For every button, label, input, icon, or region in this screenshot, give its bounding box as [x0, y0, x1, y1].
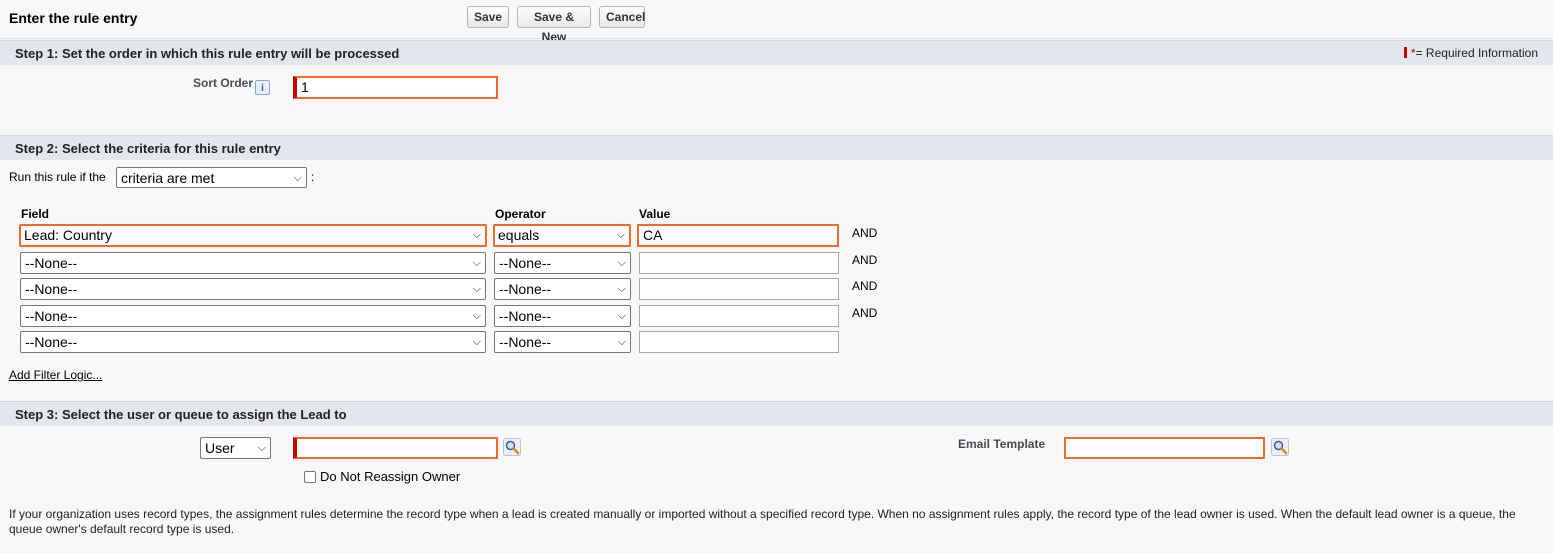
step1-title: Step 1: Set the order in which this rule… [15, 46, 400, 61]
run-rule-select[interactable]: criteria are met ⌵ [116, 167, 307, 188]
chevron-down-icon: ⌵ [257, 442, 266, 454]
chevron-down-icon: ⌵ [616, 229, 625, 241]
email-template-label: Email Template [958, 437, 1046, 451]
page-header: Enter the rule entry Save Save & New Can… [0, 0, 1553, 44]
step2-title: Step 2: Select the criteria for this rul… [15, 141, 281, 156]
field-select[interactable]: --None-- ⌵ [20, 331, 486, 353]
save-new-button[interactable]: Save & New [517, 6, 591, 44]
assignee-type-select[interactable]: User ⌵ [200, 437, 271, 459]
step1-header: Step 1: Set the order in which this rule… [0, 40, 1553, 65]
and-connector: AND [852, 306, 878, 320]
value-input[interactable] [639, 278, 839, 300]
operator-select-value: equals [498, 227, 540, 243]
and-connector: AND [852, 226, 878, 240]
step2-header: Step 2: Select the criteria for this rul… [0, 135, 1553, 160]
chevron-down-icon: ⌵ [617, 257, 626, 269]
do-not-reassign-checkbox[interactable] [304, 471, 316, 483]
required-info-text: = Required Information [1415, 46, 1538, 60]
column-header-operator: Operator [495, 207, 546, 221]
sort-order-label: Sort Order [193, 76, 254, 90]
email-template-input[interactable] [1064, 437, 1265, 459]
chevron-down-icon: ⌵ [472, 257, 481, 269]
cancel-button[interactable]: Cancel [599, 6, 645, 28]
record-type-footnote: If your organization uses record types, … [9, 507, 1516, 536]
chevron-down-icon: ⌵ [617, 336, 626, 348]
and-connector: AND [852, 253, 878, 267]
run-rule-prefix: Run this rule if the [9, 170, 106, 184]
field-select[interactable]: --None-- ⌵ [20, 278, 486, 300]
column-header-value: Value [639, 207, 671, 221]
operator-select[interactable]: --None-- ⌵ [494, 305, 631, 327]
do-not-reassign-label: Do Not Reassign Owner [320, 469, 461, 484]
chevron-down-icon: ⌵ [617, 283, 626, 295]
chevron-down-icon: ⌵ [472, 283, 481, 295]
column-header-field: Field [21, 207, 50, 221]
field-select-value: --None-- [25, 255, 78, 271]
chevron-down-icon: ⌵ [617, 310, 626, 322]
field-select-value: --None-- [25, 281, 78, 297]
lookup-icon[interactable] [503, 438, 521, 456]
page-title: Enter the rule entry [9, 10, 138, 26]
chevron-down-icon: ⌵ [472, 336, 481, 348]
and-connector: AND [852, 279, 878, 293]
operator-select[interactable]: --None-- ⌵ [494, 278, 631, 300]
field-select[interactable]: --None-- ⌵ [20, 252, 486, 274]
required-info: *= Required Information [1403, 46, 1538, 60]
field-select-value: --None-- [25, 334, 78, 350]
sort-order-input[interactable]: 1 [293, 76, 498, 99]
step3-title: Step 3: Select the user or queue to assi… [15, 407, 347, 422]
operator-select-value: --None-- [499, 281, 552, 297]
required-marker [1403, 47, 1407, 58]
operator-select[interactable]: --None-- ⌵ [494, 252, 631, 274]
run-rule-select-value: criteria are met [121, 170, 215, 186]
save-button[interactable]: Save [467, 6, 509, 28]
step3-header: Step 3: Select the user or queue to assi… [0, 401, 1553, 426]
add-filter-logic-link[interactable]: Add Filter Logic... [9, 368, 102, 382]
field-select-value: Lead: Country [24, 227, 112, 243]
operator-select-value: --None-- [499, 334, 552, 350]
run-rule-suffix: : [311, 170, 315, 184]
info-icon[interactable]: i [255, 80, 270, 95]
operator-select-value: --None-- [499, 255, 552, 271]
value-input[interactable]: CA [637, 224, 839, 247]
value-input[interactable] [639, 252, 839, 274]
operator-select-value: --None-- [499, 308, 552, 324]
field-select-value: --None-- [25, 308, 78, 324]
lookup-icon[interactable] [1271, 438, 1289, 456]
assignee-type-value: User [205, 440, 235, 456]
field-select[interactable]: --None-- ⌵ [20, 305, 486, 327]
operator-select[interactable]: --None-- ⌵ [494, 331, 631, 353]
chevron-down-icon: ⌵ [293, 172, 302, 184]
operator-select[interactable]: equals ⌵ [493, 224, 631, 247]
field-select[interactable]: Lead: Country ⌵ [19, 224, 487, 247]
value-input[interactable] [639, 305, 839, 327]
value-input[interactable] [639, 331, 839, 353]
chevron-down-icon: ⌵ [472, 310, 481, 322]
chevron-down-icon: ⌵ [472, 229, 481, 241]
assignee-input[interactable] [293, 437, 498, 459]
